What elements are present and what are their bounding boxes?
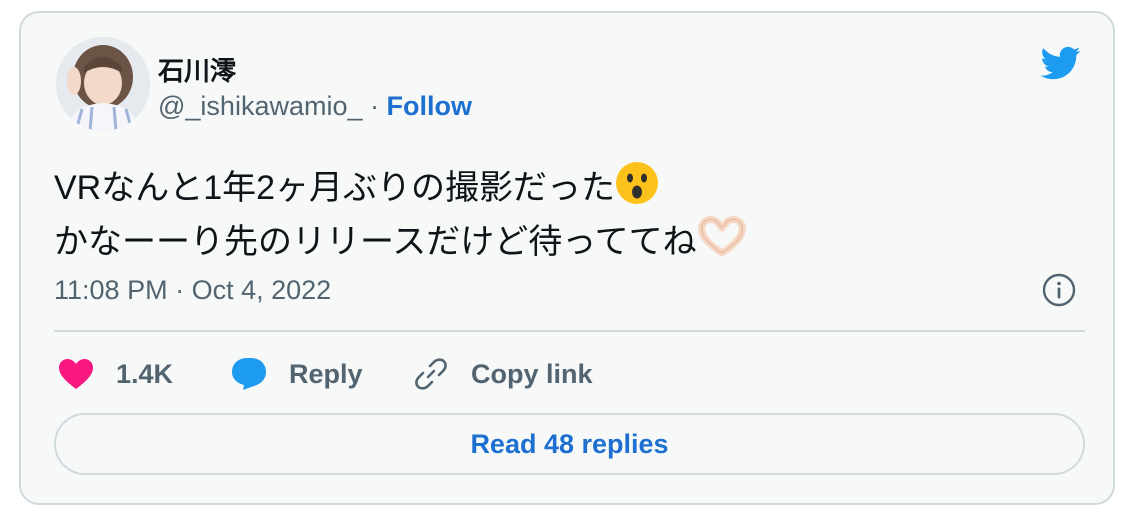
author-display-name[interactable]: 石川澪 — [158, 51, 236, 88]
meta-separator: · — [175, 275, 185, 305]
copy-link-label: Copy link — [471, 358, 593, 389]
tweet-line-2: かなーーり先のリリースだけど待っててね — [54, 215, 747, 269]
twitter-bird-icon[interactable] — [1037, 43, 1085, 83]
handle-separator: · — [370, 91, 380, 121]
info-icon[interactable] — [1042, 273, 1076, 307]
reply-label: Reply — [289, 358, 363, 389]
tweet-embed-card: 石川澪 @_ishikawamio_ · Follow VRなんと1年2ヶ月ぶり… — [19, 11, 1115, 505]
follow-button[interactable]: Follow — [387, 91, 472, 121]
heart-icon — [59, 359, 93, 389]
avatar[interactable] — [56, 37, 150, 131]
author-handle[interactable]: @_ishikawamio_ — [158, 91, 363, 121]
tweet-date: Oct 4, 2022 — [191, 275, 332, 305]
surprised-face-emoji — [616, 162, 659, 204]
tweet-line-1: VRなんと1年2ヶ月ぶりの撮影だった — [54, 161, 747, 215]
divider — [54, 330, 1085, 332]
read-replies-label: Read 48 replies — [470, 428, 669, 459]
copy-link-button[interactable]: Copy link — [413, 353, 593, 395]
tweet-time: 11:08 PM — [54, 275, 168, 305]
tweet-line-1-text: VRなんと1年2ヶ月ぶりの撮影だった — [54, 169, 616, 207]
author-handle-row: @_ishikawamio_ · Follow — [158, 91, 472, 122]
reply-bubble-icon — [232, 358, 266, 390]
reply-button[interactable]: Reply — [231, 353, 363, 395]
like-button[interactable]: 1.4K — [58, 353, 173, 395]
tweet-timestamp[interactable]: 11:08 PM · Oct 4, 2022 — [54, 275, 331, 306]
tweet-text: VRなんと1年2ヶ月ぶりの撮影だった かなーーり先のリリースだけど待っててね — [54, 161, 747, 269]
link-icon — [415, 358, 447, 390]
heart-hands-emoji — [697, 215, 746, 257]
like-count: 1.4K — [116, 358, 174, 389]
read-replies-button[interactable]: Read 48 replies — [54, 413, 1085, 475]
tweet-line-2-text: かなーーり先のリリースだけど待っててね — [54, 223, 697, 261]
